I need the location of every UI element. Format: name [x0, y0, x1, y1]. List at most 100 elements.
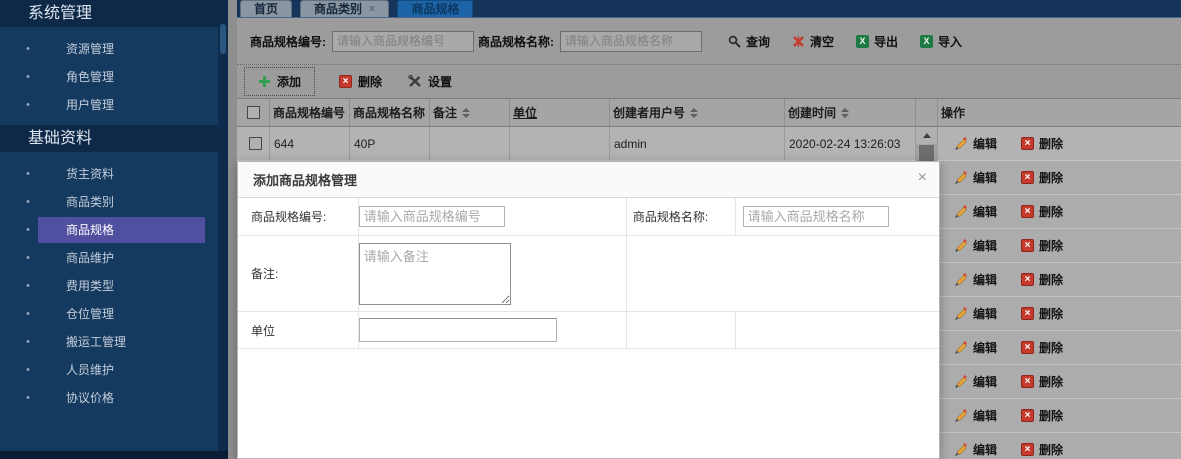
dialog-note-textarea[interactable]	[359, 243, 511, 305]
header-scrollbar-spacer	[916, 99, 938, 126]
sidebar-scrollbar[interactable]	[218, 0, 228, 459]
query-label: 查询	[746, 33, 770, 50]
tab-goods-category[interactable]: 商品类别×	[300, 0, 389, 17]
delete-button[interactable]: × 删除	[1021, 339, 1063, 356]
cell-unit	[510, 127, 610, 160]
dialog-unit-input[interactable]	[359, 318, 557, 342]
sidebar-item-label: 资源管理	[38, 36, 205, 62]
sidebar-bottom-strip	[0, 451, 228, 459]
sidebar-item-resource-mgmt[interactable]: •资源管理	[0, 35, 218, 63]
sidebar-item-owner-data[interactable]: •货主资料	[0, 160, 218, 188]
column-header-spec-code: 商品规格编号	[270, 99, 350, 126]
add-button[interactable]: 添加	[244, 67, 315, 96]
query-button[interactable]: 查询	[728, 33, 770, 50]
delete-label: 删除	[1039, 237, 1063, 254]
row-actions: 编辑 ×删除	[938, 263, 1181, 296]
column-header-label: 商品规格编号	[273, 104, 345, 121]
delete-icon: ×	[1021, 341, 1034, 354]
tab-bar: 首页商品类别× 商品规格	[237, 0, 1181, 18]
sidebar-item-goods-category[interactable]: •商品类别	[0, 188, 218, 216]
delete-button[interactable]: ×删除	[1021, 441, 1063, 458]
scroll-up-button[interactable]	[916, 127, 937, 144]
table-row: 64440Padmin2020-02-24 13:26:03编辑×删除	[237, 127, 1181, 161]
edit-button[interactable]: 编辑	[954, 271, 997, 288]
pencil-icon	[954, 239, 968, 253]
edit-button[interactable]: 编辑	[954, 407, 997, 424]
tab-home[interactable]: 首页	[240, 0, 292, 17]
sidebar-section-items-system-mgmt: •资源管理•角色管理•用户管理	[0, 27, 218, 125]
sidebar-item-personnel-maintain[interactable]: •人员维护	[0, 356, 218, 384]
column-header-label: 创建者用户号	[613, 104, 685, 121]
edit-button[interactable]: 编辑	[954, 169, 997, 186]
import-button[interactable]: X 导入	[920, 33, 962, 50]
edit-button[interactable]: 编辑	[954, 305, 997, 322]
tab-goods-spec[interactable]: 商品规格	[397, 0, 473, 17]
dialog-header[interactable]: 添加商品规格管理 ×	[238, 162, 939, 198]
delete-label: 删除	[1039, 339, 1063, 356]
sidebar-section-items-basic-data: •货主资料•商品类别•商品规格•商品维护•费用类型•仓位管理•搬运工管理•人员维…	[0, 152, 218, 418]
delete-button[interactable]: ×删除	[1021, 407, 1063, 424]
cell-code: 644	[270, 127, 350, 160]
sidebar-item-porter-mgmt[interactable]: •搬运工管理	[0, 328, 218, 356]
delete-icon: ×	[1021, 171, 1034, 184]
clear-button[interactable]: 清空	[792, 33, 834, 50]
row-checkbox-cell	[237, 127, 270, 160]
row-actions: 编辑 ×删除	[938, 229, 1181, 262]
delete-label: 删除	[1039, 169, 1063, 186]
delete-button[interactable]: ×删除	[1021, 373, 1063, 390]
spec-code-search-input[interactable]	[332, 31, 474, 52]
delete-label: 删除	[1039, 135, 1063, 152]
dialog-close-icon[interactable]: ×	[918, 170, 927, 186]
dialog-body: 商品规格编号: 商品规格名称: 备注: 单位	[238, 198, 939, 349]
delete-button[interactable]: ×删除	[1021, 305, 1063, 322]
edit-label: 编辑	[973, 373, 997, 390]
edit-button[interactable]: 编辑	[954, 203, 997, 220]
sidebar-item-label: 搬运工管理	[38, 329, 205, 355]
edit-label: 编辑	[973, 339, 997, 356]
tab-label: 商品规格	[411, 0, 459, 19]
delete-button[interactable]: ×删除	[1021, 271, 1063, 288]
edit-button[interactable]: 编辑	[954, 237, 997, 254]
cell-creator: admin	[610, 127, 785, 160]
export-label: 导出	[874, 33, 898, 50]
edit-button[interactable]: 编辑	[954, 135, 997, 152]
sort-arrows-icon	[462, 108, 470, 118]
delete-button[interactable]: ×删除	[1021, 135, 1063, 152]
excel-export-icon: X	[856, 35, 869, 48]
panel-splitter	[228, 0, 237, 459]
sidebar-item-goods-spec[interactable]: •商品规格	[0, 216, 218, 244]
spec-name-search-input[interactable]	[560, 31, 702, 52]
sidebar-item-goods-maintain[interactable]: •商品维护	[0, 244, 218, 272]
pencil-icon	[954, 205, 968, 219]
edit-button[interactable]: 编辑	[954, 339, 997, 356]
cell-created: 2020-02-24 13:26:03	[785, 127, 916, 160]
row-checkbox[interactable]	[249, 137, 262, 150]
bullet-icon: •	[26, 280, 36, 292]
delete-button[interactable]: ×删除	[1021, 203, 1063, 220]
sort-desc-icon	[841, 114, 849, 118]
edit-button[interactable]: 编辑	[954, 441, 997, 458]
sidebar-item-role-mgmt[interactable]: •角色管理	[0, 63, 218, 91]
delete-button[interactable]: ×删除	[1021, 237, 1063, 254]
export-button[interactable]: X 导出	[856, 33, 898, 50]
delete-label: 删除	[1039, 407, 1063, 424]
sidebar-item-fee-type[interactable]: •费用类型	[0, 272, 218, 300]
delete-button[interactable]: × 删除	[339, 73, 382, 90]
select-all-checkbox[interactable]	[247, 106, 260, 119]
row-actions: 编辑 ×删除	[938, 127, 1181, 160]
column-header-label: 操作	[941, 104, 965, 121]
table-toolbar: 添加 × 删除 设置	[237, 64, 1181, 98]
settings-button[interactable]: 设置	[408, 73, 452, 90]
sidebar-item-user-mgmt[interactable]: •用户管理	[0, 91, 218, 119]
sort-desc-icon	[462, 114, 470, 118]
tab-close-icon[interactable]: ×	[369, 0, 375, 19]
sidebar-scrollbar-thumb[interactable]	[220, 24, 226, 54]
arrow-up-icon	[923, 133, 931, 138]
delete-button[interactable]: × 删除	[1021, 169, 1063, 186]
sidebar-item-agreement-price[interactable]: •协议价格	[0, 384, 218, 412]
edit-button[interactable]: 编辑	[954, 373, 997, 390]
sidebar-item-bin-mgmt[interactable]: •仓位管理	[0, 300, 218, 328]
dialog-spec-name-input[interactable]	[743, 206, 889, 227]
sidebar-item-label: 用户管理	[38, 92, 205, 118]
dialog-spec-code-input[interactable]	[359, 206, 505, 227]
